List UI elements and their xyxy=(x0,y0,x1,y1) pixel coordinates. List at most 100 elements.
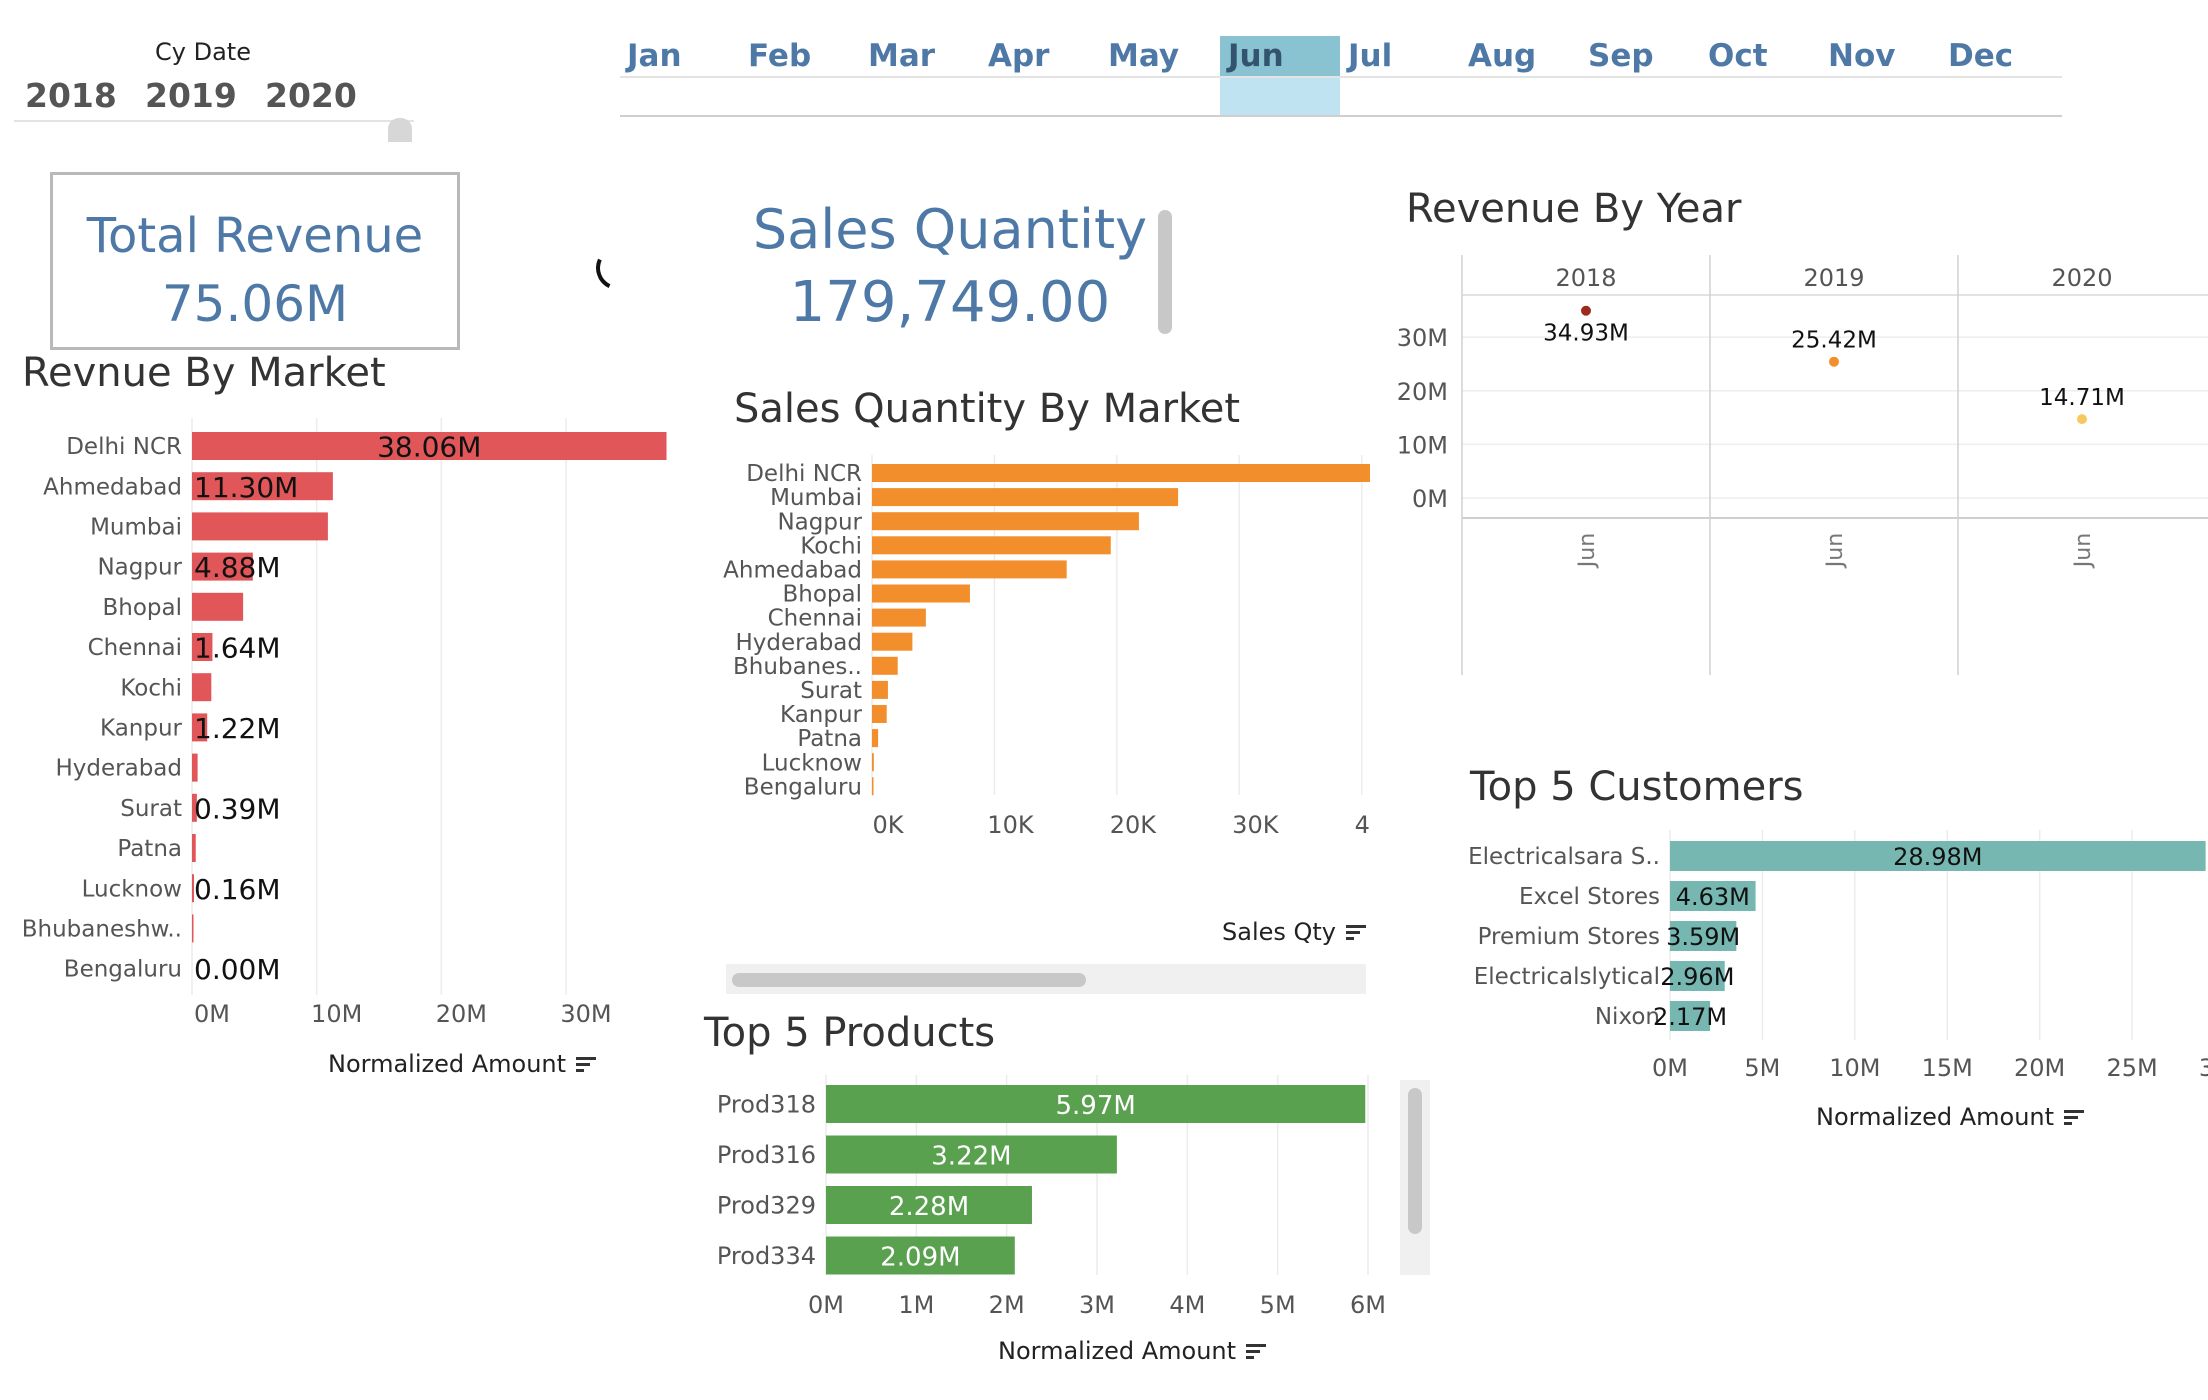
x-tick-label: 10M xyxy=(311,1000,362,1028)
bar xyxy=(192,834,196,862)
category-label: Nixon xyxy=(1595,1004,1660,1030)
month-option-jun[interactable]: Jun xyxy=(1228,38,1328,74)
x-tick-label: 0K xyxy=(872,811,904,839)
category-label: Delhi NCR xyxy=(746,461,862,487)
category-label: Electricalsara S.. xyxy=(1468,844,1660,870)
bar xyxy=(872,488,1179,507)
data-label: 2.96M xyxy=(1660,963,1734,991)
bar xyxy=(192,914,194,943)
bar xyxy=(872,705,887,723)
year-filter-slider-handle[interactable] xyxy=(388,118,412,142)
y-tick-label: 10M xyxy=(1397,431,1448,459)
x-tick-label: 20M xyxy=(2014,1054,2065,1080)
category-label: Bhubaneshw.. xyxy=(22,916,182,942)
month-option-feb[interactable]: Feb xyxy=(748,38,848,74)
category-label: Surat xyxy=(120,796,182,822)
category-label: Kochi xyxy=(120,675,182,701)
data-label: 2.09M xyxy=(880,1242,960,1272)
category-label: Kochi xyxy=(800,533,862,559)
total-revenue-title: Total Revenue xyxy=(86,208,424,264)
loading-spinner-icon xyxy=(589,239,647,297)
data-label: 28.98M xyxy=(1893,843,1982,871)
category-label: Chennai xyxy=(88,635,182,661)
products-vertical-scrollbar[interactable] xyxy=(1408,1088,1422,1234)
category-label: Ahmedabad xyxy=(723,557,862,583)
month-option-jul[interactable]: Jul xyxy=(1348,38,1448,74)
data-label: 3.22M xyxy=(931,1141,1011,1171)
x-tick-label: 0M xyxy=(808,1291,844,1319)
x-tick-label: 30K xyxy=(1232,811,1280,839)
sort-icon[interactable] xyxy=(1246,1344,1267,1360)
data-point xyxy=(1581,305,1591,316)
x-tick-label: 6M xyxy=(1350,1291,1386,1319)
x-tick-label: 10K xyxy=(987,811,1035,839)
category-label: Bhubanes.. xyxy=(733,654,862,680)
data-label: 2.17M xyxy=(1653,1003,1727,1031)
x-tick-label: 5M xyxy=(1260,1291,1296,1319)
sort-icon[interactable] xyxy=(2064,1110,2085,1126)
sales-quantity-value: 179,749.00 xyxy=(789,270,1111,335)
sort-icon[interactable] xyxy=(576,1057,597,1073)
category-label: Hyderabad xyxy=(56,756,183,782)
month-option-sep[interactable]: Sep xyxy=(1588,38,1688,74)
month-option-mar[interactable]: Mar xyxy=(868,38,968,74)
data-label: 25.42M xyxy=(1791,328,1877,354)
x-tick-label: 30M xyxy=(560,1000,611,1028)
x-tick-label: Jun xyxy=(1823,533,1848,569)
year-option-2019[interactable]: 2019 xyxy=(145,76,237,115)
x-tick-label: 4M xyxy=(1169,1291,1205,1319)
bar xyxy=(872,632,913,651)
month-option-may[interactable]: May xyxy=(1108,38,1208,74)
category-label: Lucknow xyxy=(762,750,862,776)
category-label: Lucknow xyxy=(82,876,182,902)
bar xyxy=(872,729,879,748)
data-point xyxy=(1829,356,1839,367)
qty-market-axis-label: Sales Qty xyxy=(1222,918,1337,946)
month-option-apr[interactable]: Apr xyxy=(988,38,1088,74)
category-label: Bengaluru xyxy=(64,957,182,983)
category-label: Electricalslytical xyxy=(1474,964,1660,990)
category-label: Prod334 xyxy=(717,1242,816,1270)
top-customers-title: Top 5 Customers xyxy=(1470,764,1804,810)
category-label: Kanpur xyxy=(100,715,183,741)
bar xyxy=(872,584,970,603)
top-products-title: Top 5 Products xyxy=(704,1010,996,1056)
bar xyxy=(872,608,926,627)
category-label: Delhi NCR xyxy=(66,434,182,460)
kpi-vertical-scrollbar[interactable] xyxy=(1158,210,1172,334)
total-revenue-value: 75.06M xyxy=(161,275,349,333)
products-axis-label: Normalized Amount xyxy=(998,1337,1237,1365)
year-option-2018[interactable]: 2018 xyxy=(25,76,117,115)
data-label: 3.59M xyxy=(1666,923,1740,951)
x-tick-label: 3M xyxy=(1079,1291,1115,1319)
qty-market-title: Sales Quantity By Market xyxy=(734,386,1241,432)
bar xyxy=(872,560,1067,579)
qty-market-horizontal-scrollbar[interactable] xyxy=(732,973,1086,987)
year-filter-title: Cy Date xyxy=(155,38,251,66)
x-tick-label: 5M xyxy=(1744,1054,1780,1080)
month-filter-baseline xyxy=(620,115,2062,117)
category-label: Bengaluru xyxy=(744,774,862,800)
qty-market-axis-title: Sales Qty xyxy=(1222,918,1367,946)
month-selected-highlight-lower xyxy=(1220,77,1340,117)
bar xyxy=(192,512,328,541)
data-label: 4.63M xyxy=(1676,883,1750,911)
category-label: Surat xyxy=(800,678,862,704)
panel-header: 2020 xyxy=(2051,264,2112,292)
data-label: 1.64M xyxy=(194,632,281,665)
rev-market-axis-label: Normalized Amount xyxy=(328,1050,567,1078)
month-option-jan[interactable]: Jan xyxy=(627,38,727,74)
x-tick-label: 25M xyxy=(2106,1054,2157,1080)
y-tick-label: 0M xyxy=(1412,485,1448,513)
year-option-2020[interactable]: 2020 xyxy=(265,76,357,115)
month-option-aug[interactable]: Aug xyxy=(1468,38,1568,74)
bar xyxy=(872,777,874,796)
month-option-dec[interactable]: Dec xyxy=(1948,38,2048,74)
data-point xyxy=(2077,414,2087,425)
data-label: 0.16M xyxy=(194,873,281,906)
sort-icon[interactable] xyxy=(1346,925,1367,941)
month-option-nov[interactable]: Nov xyxy=(1828,38,1928,74)
top-customers-chart: 0M 5M 10M 15M 20M 25M 30M Electricalsara S.. 28.… xyxy=(1468,830,2208,1080)
month-option-oct[interactable]: Oct xyxy=(1708,38,1808,74)
data-label: 14.71M xyxy=(2039,385,2125,411)
